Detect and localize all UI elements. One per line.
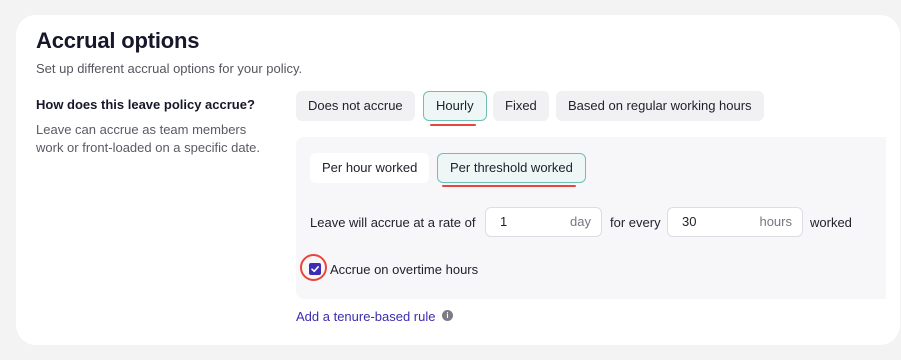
accrual-amount-unit: day (570, 214, 591, 229)
option-per-threshold-worked[interactable]: Per threshold worked (437, 153, 586, 183)
threshold-hours-unit: hours (759, 214, 792, 229)
threshold-hours-value: 30 (682, 214, 697, 229)
rate-suffix-text: worked (810, 215, 852, 230)
question-description: Leave can accrue as team members work or… (36, 122, 261, 155)
threshold-annotation-underline (442, 185, 576, 187)
hourly-annotation-underline (430, 124, 476, 126)
option-based-on-regular-working-hours[interactable]: Based on regular working hours (556, 91, 764, 121)
threshold-hours-input[interactable]: 30 hours (667, 207, 803, 237)
rate-middle-text: for every (610, 215, 661, 230)
option-hourly[interactable]: Hourly (423, 91, 487, 121)
option-per-hour-worked[interactable]: Per hour worked (310, 153, 430, 183)
accrual-amount-value: 1 (500, 214, 508, 229)
question-title: How does this leave policy accrue? (36, 97, 255, 112)
checkbox-annotation-circle (300, 254, 327, 281)
option-fixed[interactable]: Fixed (493, 91, 549, 121)
add-tenure-rule-link[interactable]: Add a tenure-based rule (296, 309, 435, 324)
rate-prefix-text: Leave will accrue at a rate of (310, 215, 476, 230)
info-icon[interactable]: i (442, 310, 453, 321)
section-subtitle: Set up different accrual options for you… (36, 61, 303, 76)
option-does-not-accrue[interactable]: Does not accrue (296, 91, 415, 121)
overtime-checkbox-label[interactable]: Accrue on overtime hours (330, 262, 478, 277)
section-title: Accrual options (36, 28, 200, 53)
accrual-amount-input[interactable]: 1 day (485, 207, 602, 237)
